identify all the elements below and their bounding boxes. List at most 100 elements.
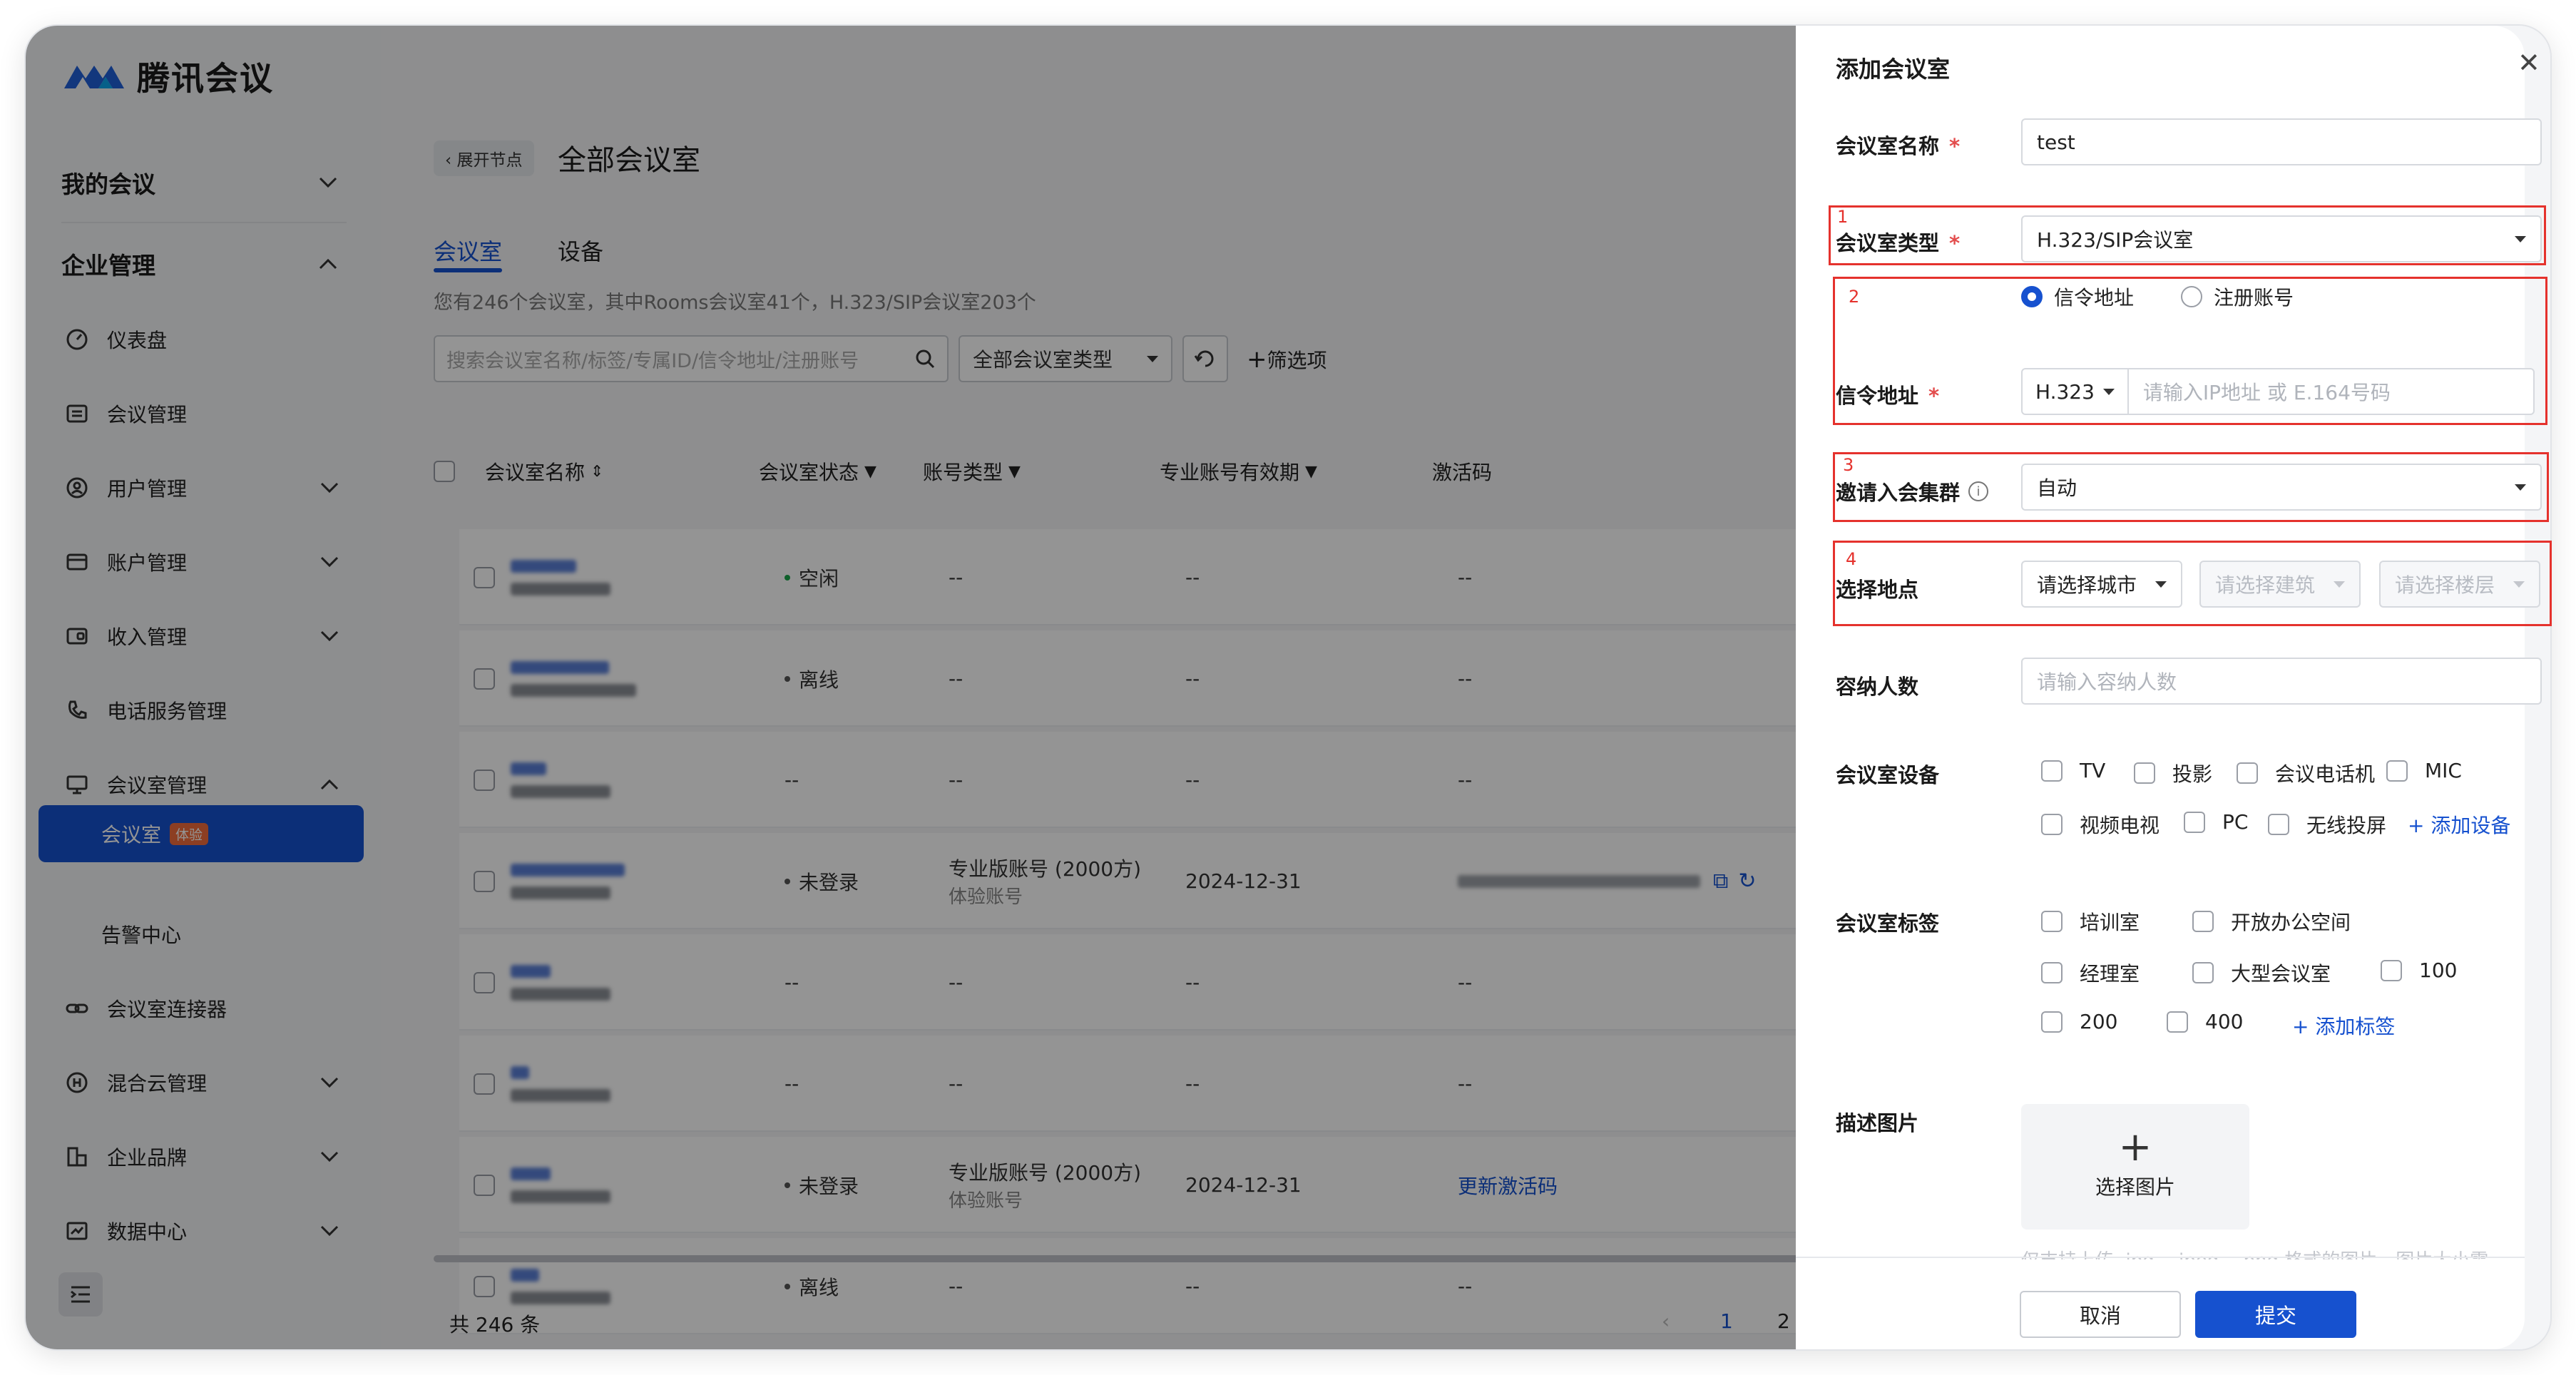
plus-icon: + <box>2118 1124 2152 1170</box>
city-select[interactable]: 请选择城市 <box>2021 561 2182 608</box>
floor-select[interactable]: 请选择楼层 <box>2379 561 2540 608</box>
device-label: PC <box>2222 810 2249 834</box>
device-checkbox[interactable]: 视频电视 <box>2041 810 2160 839</box>
device-checkbox[interactable]: 会议电话机 <box>2237 759 2375 787</box>
checkbox-icon <box>2268 814 2289 835</box>
signal-placeholder: 请输入IP地址 或 E.164号码 <box>2142 381 2391 404</box>
cancel-button[interactable]: 取消 <box>2020 1291 2181 1338</box>
device-label: 无线投屏 <box>2306 814 2387 837</box>
field-label-capacity: 容纳人数 <box>1836 675 1919 699</box>
checkbox-icon <box>2184 811 2205 833</box>
tag-checkbox[interactable]: 200 <box>2041 1010 2117 1033</box>
annotation-number-2: 2 <box>1849 287 1860 307</box>
plus-icon: + <box>2408 814 2431 837</box>
device-label: 投影 <box>2172 762 2213 786</box>
checkbox-icon <box>2386 760 2408 782</box>
label-text: 会议室名称 <box>1836 134 1940 158</box>
tag-label: 200 <box>2080 1010 2118 1033</box>
submit-button[interactable]: 提交 <box>2195 1291 2356 1338</box>
checkbox-icon <box>2041 814 2063 835</box>
room-name-value: test <box>2037 130 2075 154</box>
radio-register-account[interactable]: 注册账号 <box>2181 282 2294 311</box>
annotation-number-4: 4 <box>1846 549 1857 569</box>
annotation-number-3: 3 <box>1843 455 1854 475</box>
tag-label: 400 <box>2205 1010 2244 1033</box>
field-label-signal: 信令地址 * <box>1836 379 1939 409</box>
tag-label: 100 <box>2419 959 2458 982</box>
cluster-value: 自动 <box>2037 476 2077 500</box>
device-checkbox[interactable]: TV <box>2041 759 2105 782</box>
capacity-input[interactable]: 请输入容纳人数 <box>2021 658 2542 705</box>
tag-label: 经理室 <box>2080 962 2140 986</box>
tag-checkbox[interactable]: 大型会议室 <box>2192 959 2331 987</box>
capacity-placeholder: 请输入容纳人数 <box>2037 670 2177 694</box>
label-text: 邀请入会集群 <box>1836 481 1961 505</box>
building-value: 请选择建筑 <box>2215 573 2316 597</box>
caret-down-icon <box>2102 388 2115 395</box>
caret-down-icon <box>2515 484 2526 491</box>
device-checkbox[interactable]: PC <box>2184 810 2248 834</box>
checkbox-icon <box>2381 959 2402 981</box>
required-mark: * <box>1949 134 1961 158</box>
device-checkbox[interactable]: 投影 <box>2134 759 2212 787</box>
radio-signal-address[interactable]: 信令地址 <box>2021 282 2134 311</box>
building-select[interactable]: 请选择建筑 <box>2199 561 2361 608</box>
tag-label: 培训室 <box>2080 911 2140 934</box>
checkbox-icon <box>2041 962 2063 983</box>
radio-icon <box>2181 286 2202 307</box>
field-label-cluster: 邀请入会集群 i <box>1836 476 1989 506</box>
annotation-number-1: 1 <box>1837 207 1849 227</box>
device-label: MIC <box>2425 759 2462 782</box>
add-device-link[interactable]: + 添加设备 <box>2408 810 2510 839</box>
tag-checkbox[interactable]: 经理室 <box>2041 959 2140 987</box>
device-checkbox[interactable]: 无线投屏 <box>2268 810 2386 839</box>
label-text: 会议室类型 <box>1836 231 1940 255</box>
room-type-select[interactable]: H.323/SIP会议室 <box>2021 215 2542 262</box>
drawer-title: 添加会议室 <box>1836 56 1951 83</box>
add-tag-link[interactable]: + 添加标签 <box>2292 1011 2395 1040</box>
label-text: 信令地址 <box>1836 384 1919 408</box>
drawer-footer-divider <box>1796 1257 2525 1258</box>
cluster-select[interactable]: 自动 <box>2021 464 2542 511</box>
field-label-devices: 会议室设备 <box>1836 763 1940 787</box>
field-label-location: 选择地点 <box>1836 578 1919 602</box>
tag-checkbox[interactable]: 培训室 <box>2041 907 2140 936</box>
city-value: 请选择城市 <box>2037 573 2137 597</box>
protocol-value: H.323 <box>2035 379 2095 404</box>
caret-down-icon <box>2513 581 2525 588</box>
device-checkbox[interactable]: MIC <box>2386 759 2462 782</box>
device-label: 会议电话机 <box>2275 762 2376 786</box>
room-name-input[interactable]: test <box>2021 118 2542 165</box>
add-tag-label: 添加标签 <box>2315 1015 2396 1038</box>
field-label-name: 会议室名称 * <box>1836 130 1960 160</box>
tag-checkbox[interactable]: 100 <box>2381 959 2457 982</box>
checkbox-icon <box>2192 911 2214 932</box>
device-label: 视频电视 <box>2080 814 2160 837</box>
field-label-image: 描述图片 <box>1836 1111 1919 1135</box>
checkbox-icon <box>2167 1011 2188 1033</box>
tag-label: 大型会议室 <box>2231 962 2331 986</box>
tag-label: 开放办公空间 <box>2231 911 2351 934</box>
radio-selected-icon <box>2021 286 2043 307</box>
checkbox-icon <box>2192 962 2214 983</box>
checkbox-icon <box>2237 762 2258 784</box>
modal-overlay[interactable] <box>26 26 1796 1349</box>
radio-label: 注册账号 <box>2214 286 2294 310</box>
select-image-button[interactable]: + 选择图片 <box>2021 1104 2249 1230</box>
radio-label: 信令地址 <box>2054 286 2135 310</box>
plus-icon: + <box>2292 1015 2316 1038</box>
caret-down-icon <box>2334 581 2345 588</box>
checkbox-icon <box>2041 1011 2063 1033</box>
signal-address-input[interactable]: H.323 请输入IP地址 或 E.164号码 <box>2021 368 2535 415</box>
protocol-select[interactable]: H.323 <box>2023 369 2129 414</box>
field-label-tags: 会议室标签 <box>1836 911 1940 936</box>
tag-checkbox[interactable]: 开放办公空间 <box>2192 907 2351 936</box>
room-type-value: H.323/SIP会议室 <box>2037 228 2194 252</box>
checkbox-icon <box>2041 911 2063 932</box>
floor-value: 请选择楼层 <box>2395 573 2495 597</box>
checkbox-icon <box>2134 762 2155 784</box>
tag-checkbox[interactable]: 400 <box>2167 1010 2243 1033</box>
field-label-type: 会议室类型 * <box>1836 227 1960 257</box>
close-icon[interactable]: ✕ <box>2518 47 2540 78</box>
info-icon[interactable]: i <box>1968 481 1989 501</box>
